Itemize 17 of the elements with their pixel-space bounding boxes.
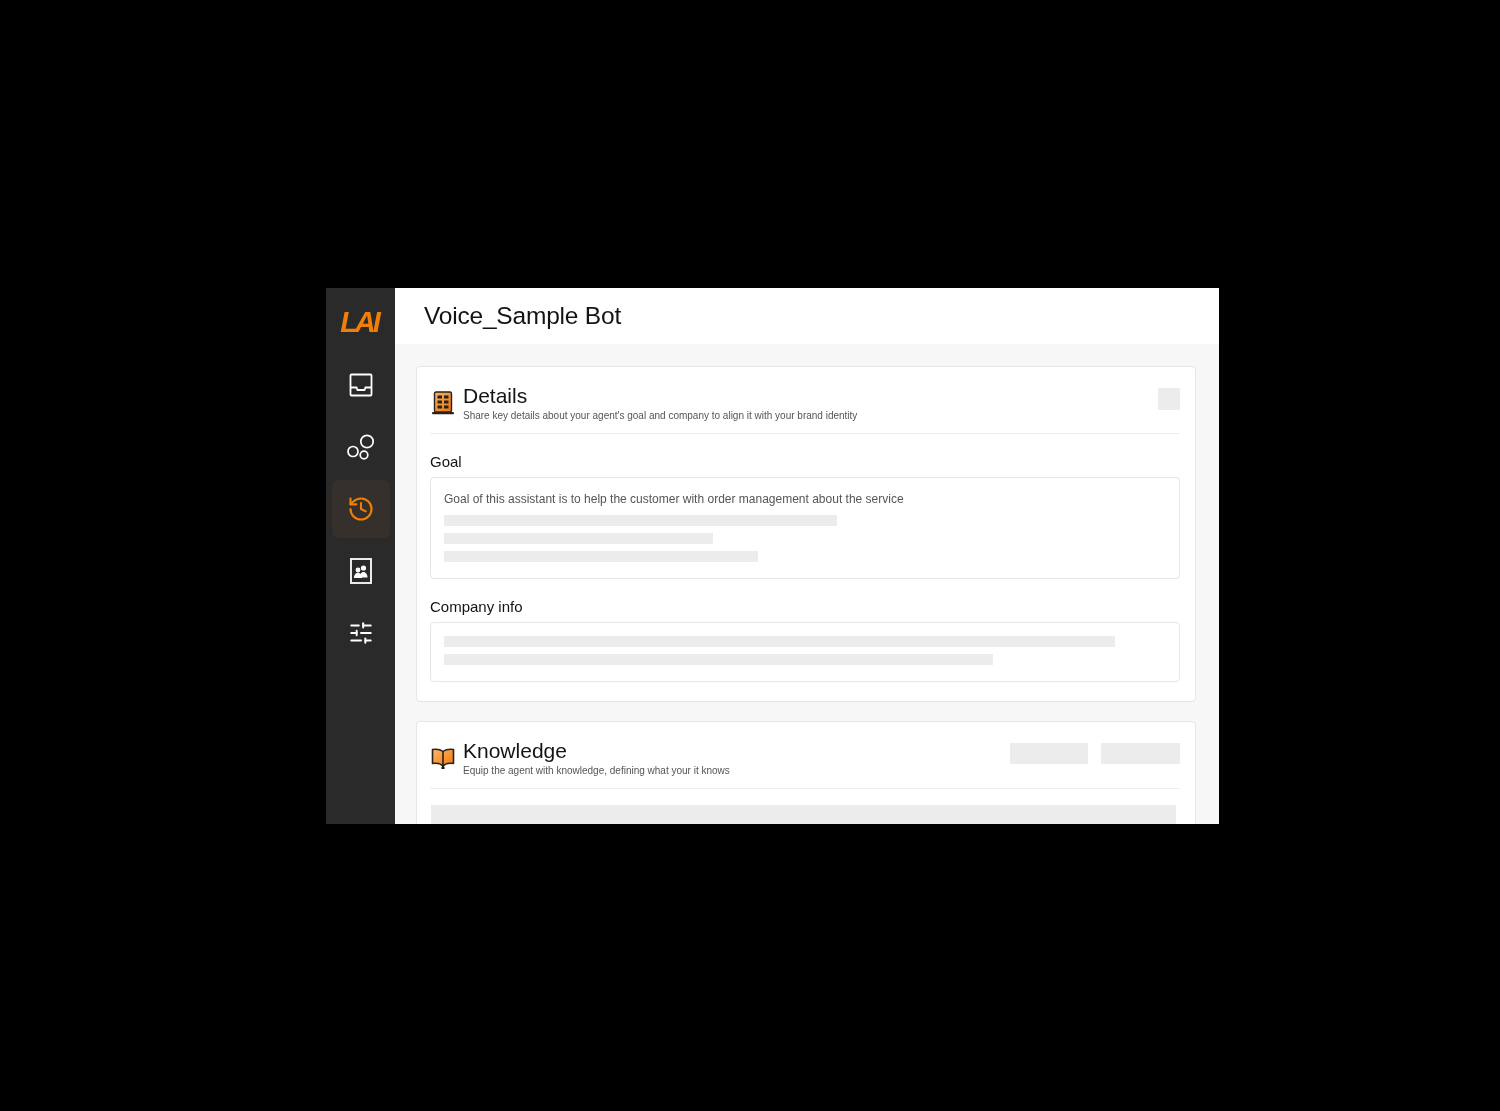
field-label: Company info <box>430 598 523 616</box>
inbox-icon <box>348 373 373 397</box>
section-subtitle: Equip the agent with knowledge, defining what your it knows <box>463 764 730 777</box>
text-area-field[interactable] <box>430 622 1180 682</box>
page-title: Voice_Sample Bot <box>424 302 621 330</box>
section-title: Details <box>463 384 528 408</box>
history-icon <box>346 495 375 523</box>
section-title: Knowledge <box>463 739 567 763</box>
open-book-icon <box>431 747 455 769</box>
sliders-icon <box>347 620 374 646</box>
bubbles-icon <box>346 434 375 460</box>
logo: LAI <box>340 307 380 337</box>
building-icon <box>431 391 455 415</box>
contact-card-icon <box>349 558 372 584</box>
text-area-field[interactable]: Goal of this assistant is to help the customer with order management about the service <box>430 477 1180 579</box>
field-label: Goal <box>430 453 462 471</box>
section-subtitle: Share key details about your agent's goal and company to align it with your brand identity <box>463 409 858 422</box>
